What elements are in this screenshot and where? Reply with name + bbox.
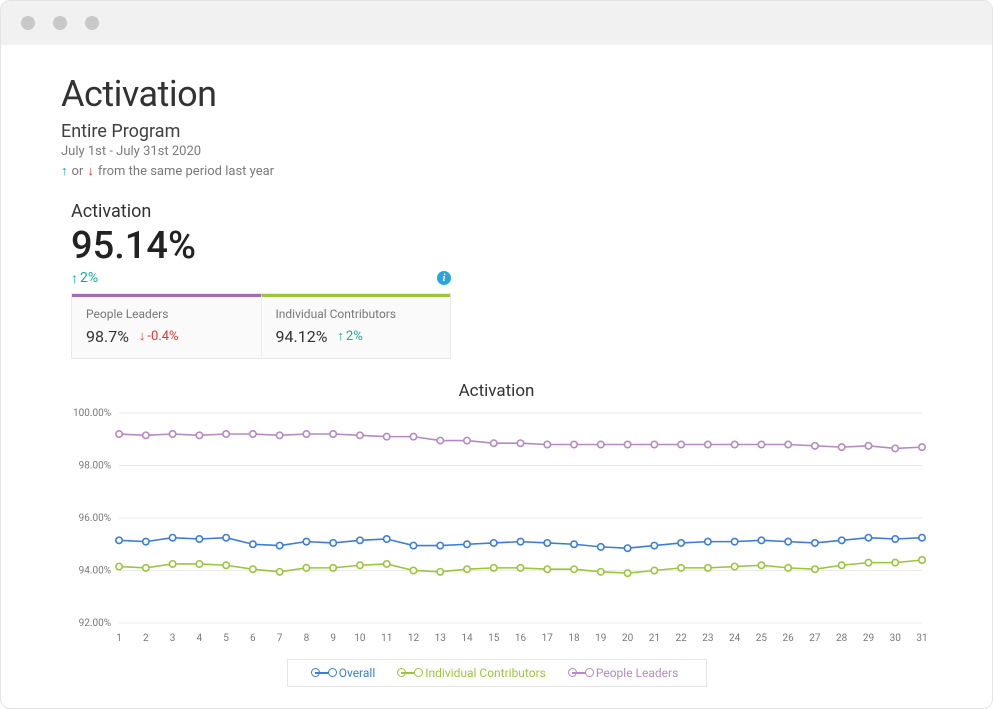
- split-ic-value: 94.12%: [276, 327, 328, 346]
- svg-text:12: 12: [408, 633, 420, 644]
- split-card: People Leaders 98.7% ↓ -0.4% Individual …: [71, 293, 451, 359]
- split-ic-label: Individual Contributors: [276, 307, 437, 321]
- legend-overall-label: Overall: [339, 666, 376, 680]
- svg-text:24: 24: [729, 633, 741, 644]
- svg-text:18: 18: [568, 633, 580, 644]
- split-people-leaders: People Leaders 98.7% ↓ -0.4%: [72, 294, 261, 358]
- svg-text:26: 26: [783, 633, 795, 644]
- svg-text:100.00%: 100.00%: [73, 408, 111, 419]
- svg-text:9: 9: [330, 633, 336, 644]
- chart-area: Activation 100.00% 98.00% 96.00% 94.00% 92.0…: [61, 381, 932, 687]
- legend-pl-label: People Leaders: [596, 666, 678, 680]
- metric-block: Activation 95.14% ↑ 2% i People Leaders …: [71, 201, 932, 359]
- app-window: Activation Entire Program July 1st - Jul…: [0, 0, 993, 709]
- svg-text:17: 17: [542, 633, 554, 644]
- metric-value: 95.14%: [71, 226, 932, 268]
- window-minimize-button[interactable]: [53, 16, 67, 30]
- svg-text:92.00%: 92.00%: [79, 618, 111, 629]
- svg-text:10: 10: [354, 633, 366, 644]
- split-ic-delta-value: 2%: [346, 329, 363, 344]
- svg-text:4: 4: [197, 633, 203, 644]
- legend-people-leaders[interactable]: People Leaders: [572, 666, 678, 680]
- svg-text:29: 29: [863, 633, 874, 644]
- svg-text:25: 25: [756, 633, 768, 644]
- info-icon[interactable]: i: [437, 271, 451, 285]
- split-pl-value: 98.7%: [86, 327, 129, 346]
- window-close-button[interactable]: [21, 16, 35, 30]
- delta-legend-note: ↑ or ↓ from the same period last year: [61, 163, 932, 179]
- svg-text:16: 16: [515, 633, 527, 644]
- chart-legend: Overall Individual Contributors People L…: [287, 659, 707, 687]
- split-ic-delta: ↑ 2%: [337, 328, 362, 344]
- metric-delta-row: ↑ 2% i: [71, 270, 451, 287]
- activation-line-chart: 100.00%98.00%96.00%94.00%92.00%123456789…: [61, 403, 932, 653]
- metric-label: Activation: [71, 201, 932, 222]
- svg-text:20: 20: [622, 633, 634, 644]
- metric-delta-value: 2%: [80, 270, 98, 286]
- legend-ic-label: Individual Contributors: [425, 666, 546, 680]
- svg-text:1: 1: [116, 633, 122, 644]
- svg-text:96.00%: 96.00%: [79, 513, 111, 524]
- chart-title: Activation: [61, 381, 932, 401]
- split-pl-delta: ↓ -0.4%: [139, 328, 179, 344]
- svg-text:15: 15: [488, 633, 500, 644]
- arrow-up-icon: ↑: [61, 163, 68, 179]
- window-zoom-button[interactable]: [85, 16, 99, 30]
- svg-text:2: 2: [143, 633, 149, 644]
- svg-text:23: 23: [702, 633, 713, 644]
- date-range: July 1st - July 31st 2020: [61, 144, 932, 159]
- legend-overall[interactable]: Overall: [315, 666, 376, 680]
- svg-text:98.00%: 98.00%: [79, 460, 111, 471]
- arrow-down-icon: ↓: [139, 328, 146, 344]
- svg-text:13: 13: [435, 633, 446, 644]
- legend-swatch-icon: [315, 672, 333, 674]
- legend-swatch-icon: [572, 672, 590, 674]
- svg-text:11: 11: [381, 633, 392, 644]
- page-title: Activation: [61, 73, 932, 115]
- svg-text:28: 28: [836, 633, 848, 644]
- svg-text:6: 6: [250, 633, 256, 644]
- svg-text:7: 7: [277, 633, 283, 644]
- legend-individual-contributors[interactable]: Individual Contributors: [401, 666, 546, 680]
- svg-text:27: 27: [809, 633, 821, 644]
- svg-text:94.00%: 94.00%: [79, 565, 111, 576]
- legend-swatch-icon: [401, 672, 419, 674]
- legend-or: or: [72, 164, 84, 179]
- arrow-up-icon: ↑: [337, 328, 344, 344]
- legend-note-tail: from the same period last year: [98, 164, 274, 179]
- arrow-up-icon: ↑: [71, 270, 78, 287]
- svg-text:5: 5: [223, 633, 229, 644]
- svg-text:14: 14: [461, 633, 473, 644]
- split-individual-contributors: Individual Contributors 94.12% ↑ 2%: [261, 294, 451, 358]
- svg-text:19: 19: [595, 633, 606, 644]
- split-pl-label: People Leaders: [86, 307, 247, 321]
- split-pl-delta-value: -0.4%: [147, 329, 178, 344]
- svg-text:3: 3: [170, 633, 176, 644]
- svg-text:30: 30: [890, 633, 902, 644]
- page-subtitle: Entire Program: [61, 121, 932, 142]
- page-content: Activation Entire Program July 1st - Jul…: [1, 45, 992, 697]
- metric-delta: ↑ 2%: [71, 270, 98, 287]
- svg-text:22: 22: [675, 633, 687, 644]
- arrow-down-icon: ↓: [87, 163, 94, 179]
- svg-text:31: 31: [916, 633, 927, 644]
- svg-text:8: 8: [304, 633, 310, 644]
- svg-text:21: 21: [649, 633, 660, 644]
- window-titlebar: [1, 1, 992, 45]
